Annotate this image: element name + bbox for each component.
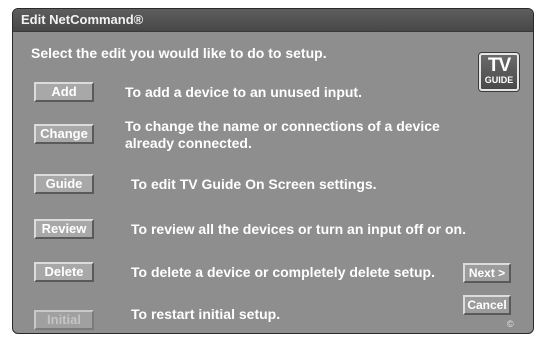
- edit-netcommand-window: Edit NetCommand® Select the edit you wou…: [12, 8, 534, 334]
- review-button[interactable]: Review: [34, 219, 94, 239]
- delete-button[interactable]: Delete: [34, 262, 94, 282]
- change-button[interactable]: Change: [34, 124, 94, 144]
- cancel-button[interactable]: Cancel: [463, 295, 511, 315]
- change-description: To change the name or connections of a d…: [125, 118, 440, 151]
- delete-description: To delete a device or completely delete …: [131, 264, 435, 280]
- instruction-text: Select the edit you would like to do to …: [31, 45, 327, 61]
- window-title: Edit NetCommand®: [13, 9, 533, 32]
- add-button[interactable]: Add: [34, 82, 94, 102]
- initial-description: To restart initial setup.: [131, 306, 281, 322]
- next-button[interactable]: Next >: [463, 263, 511, 283]
- copyright-symbol: ©: [507, 319, 514, 329]
- tv-guide-logo-tv: TV: [487, 55, 511, 76]
- guide-description: To edit TV Guide On Screen settings.: [131, 176, 377, 192]
- add-description: To add a device to an unused input.: [125, 84, 362, 100]
- guide-button[interactable]: Guide: [34, 174, 94, 194]
- review-description: To review all the devices or turn an inp…: [131, 221, 467, 237]
- initial-button[interactable]: Initial: [34, 310, 94, 330]
- tv-guide-logo-guide: GUIDE: [484, 75, 514, 85]
- tv-guide-logo: TV GUIDE: [479, 53, 519, 91]
